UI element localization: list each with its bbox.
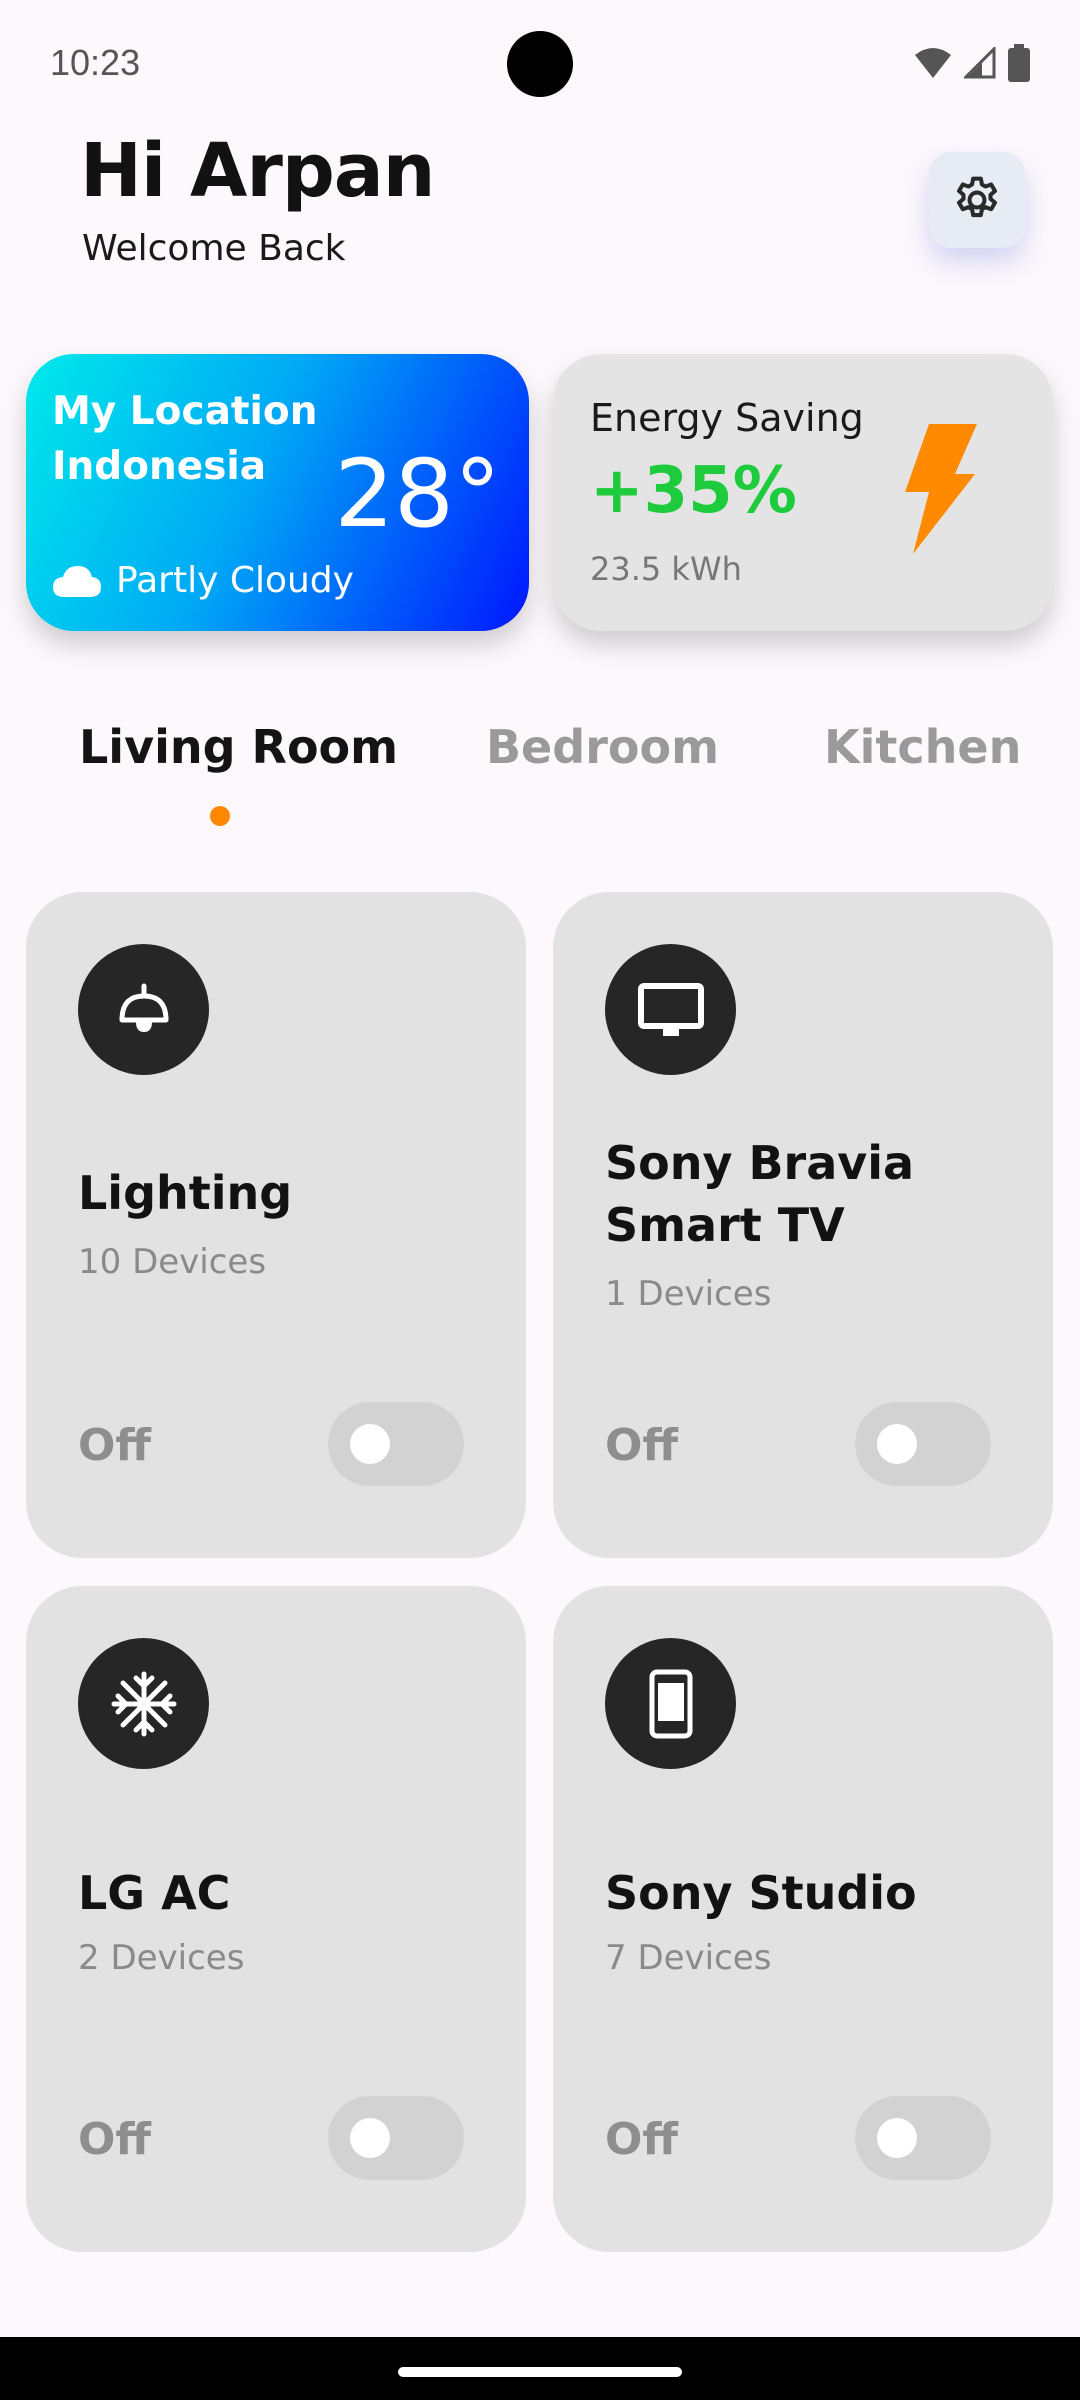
signal-icon	[964, 47, 996, 79]
energy-usage: 23.5 kWh	[590, 550, 742, 588]
device-count: 2 Devices	[78, 1938, 245, 1978]
welcome-subtitle: Welcome Back	[82, 228, 346, 269]
device-toggle[interactable]	[855, 2096, 991, 2180]
weather-location-label: My Location	[52, 389, 318, 434]
device-name: Lighting	[78, 1166, 293, 1220]
battery-icon	[1008, 44, 1030, 82]
weather-condition-text: Partly Cloudy	[116, 560, 354, 601]
status-bar: 10:23	[0, 0, 1080, 130]
device-card-ac[interactable]: LG AC 2 Devices Off	[26, 1586, 526, 2252]
device-icon-badge	[605, 944, 736, 1075]
device-count: 1 Devices	[605, 1274, 772, 1314]
phone-icon	[649, 1669, 692, 1738]
energy-saving-card[interactable]: Energy Saving +35% 23.5 kWh	[553, 354, 1053, 631]
toggle-knob	[877, 2118, 917, 2158]
device-icon-badge	[78, 1638, 209, 1769]
home-gesture-handle[interactable]	[398, 2367, 682, 2377]
camera-cutout	[507, 31, 573, 97]
tv-icon	[637, 982, 704, 1036]
device-name: Sony Bravia Smart TV	[605, 1136, 915, 1252]
device-count: 10 Devices	[78, 1242, 267, 1282]
active-tab-indicator	[210, 806, 230, 826]
weather-location-country: Indonesia	[52, 444, 267, 489]
device-card-lighting[interactable]: Lighting 10 Devices Off	[26, 892, 526, 1558]
device-icon-badge	[605, 1638, 736, 1769]
energy-value: +35%	[590, 454, 797, 528]
cloud-icon	[53, 565, 101, 597]
wifi-icon	[915, 48, 951, 78]
toggle-knob	[350, 2118, 390, 2158]
device-count: 7 Devices	[605, 1938, 772, 1978]
status-icons	[914, 44, 1030, 82]
tab-living-room[interactable]: Living Room	[79, 720, 398, 774]
device-state: Off	[78, 2114, 152, 2165]
status-time: 10:23	[50, 42, 141, 83]
toggle-knob	[350, 1424, 390, 1464]
gear-icon	[956, 176, 998, 218]
lightning-icon	[905, 424, 977, 554]
weather-temperature: 28°	[334, 440, 501, 549]
weather-card[interactable]: My Location Indonesia 28° Partly Cloudy	[26, 354, 529, 631]
energy-title: Energy Saving	[590, 396, 864, 440]
device-icon-badge	[78, 944, 209, 1075]
device-toggle[interactable]	[855, 1402, 991, 1486]
device-state: Off	[78, 1420, 152, 1471]
device-card-studio[interactable]: Sony Studio 7 Devices Off	[553, 1586, 1053, 2252]
device-state: Off	[605, 1420, 679, 1471]
settings-button[interactable]	[929, 152, 1025, 248]
weather-location: My Location Indonesia	[52, 384, 317, 494]
tab-kitchen[interactable]: Kitchen	[824, 720, 1021, 774]
device-name: Sony Studio	[605, 1866, 917, 1920]
device-toggle[interactable]	[328, 2096, 464, 2180]
device-state: Off	[605, 2114, 679, 2165]
tab-bedroom[interactable]: Bedroom	[486, 720, 719, 774]
weather-condition: Partly Cloudy	[52, 560, 354, 601]
device-card-tv[interactable]: Sony Bravia Smart TV 1 Devices Off	[553, 892, 1053, 1558]
toggle-knob	[877, 1424, 917, 1464]
room-tabs: Living Room Bedroom Kitchen	[0, 720, 1080, 840]
greeting-title: Hi Arpan	[80, 128, 435, 214]
snowflake-icon	[111, 1671, 176, 1736]
lamp-icon	[119, 983, 168, 1032]
device-toggle[interactable]	[328, 1402, 464, 1486]
device-name: LG AC	[78, 1866, 231, 1920]
